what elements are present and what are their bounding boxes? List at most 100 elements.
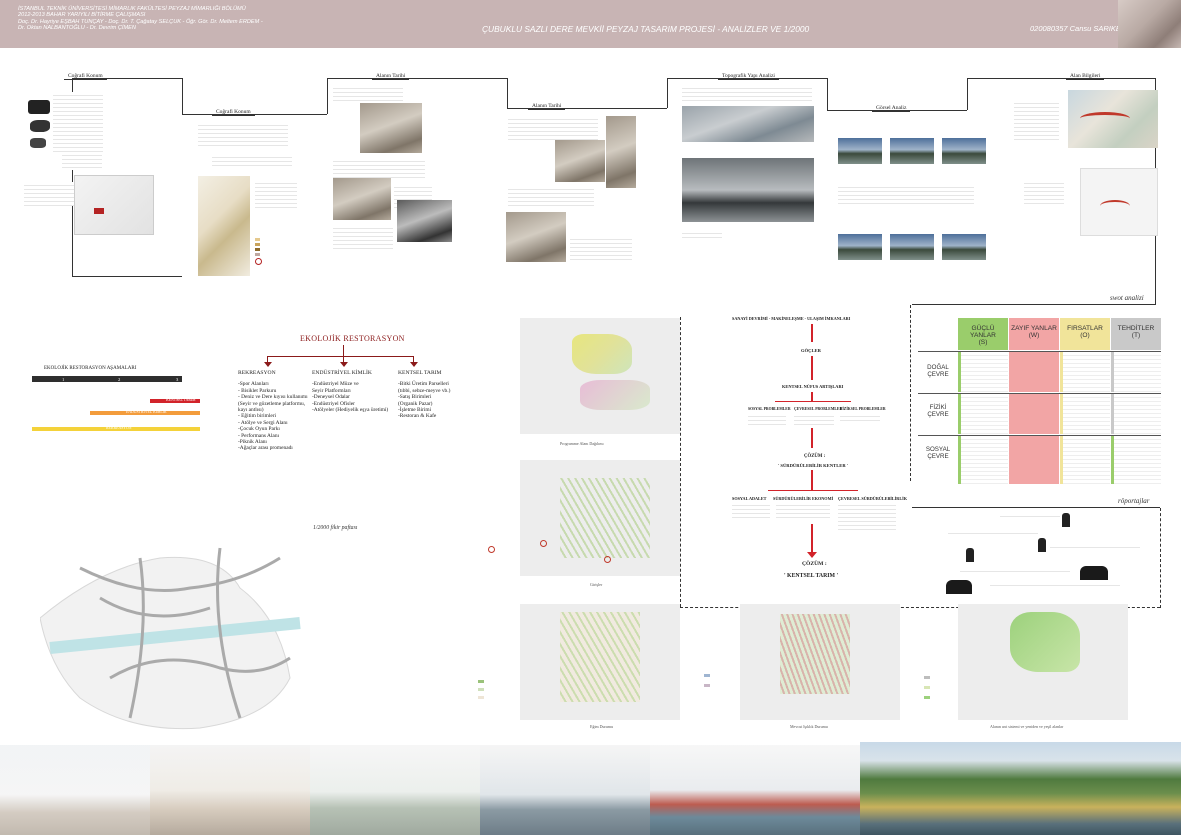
flow-arrow	[811, 470, 813, 490]
flow-arrow	[811, 524, 813, 554]
idea-map-caption: 1/2000 fikir paftası	[313, 525, 358, 531]
legend-swatch	[478, 696, 484, 699]
text-block	[24, 182, 74, 206]
site-marker	[94, 208, 104, 214]
text-block	[840, 413, 880, 421]
route-line	[1100, 200, 1130, 212]
phase-number: 1	[62, 377, 65, 382]
bottom-photo-harbor	[860, 742, 1181, 835]
legend-swatch	[924, 676, 930, 679]
swot-cell	[1111, 352, 1161, 392]
col-title: KENTSEL TARIM	[398, 370, 442, 376]
swot-divider	[912, 304, 1156, 305]
connector-line	[827, 78, 828, 110]
entrance-marker	[604, 556, 611, 563]
eco-col-kentsel: KENTSEL TARIM -Bitki Üretim Parselleri (…	[398, 370, 450, 420]
flow-surdurulebilir: ' SÜRDÜRÜLEBİLİR KENTLER '	[778, 463, 849, 468]
historic-map	[198, 176, 250, 276]
phase-label: ENDÜSTRİYEL KİMLİK	[126, 410, 167, 414]
historic-photo	[506, 212, 566, 262]
flow-pillar: ÇEVRESEL SÜRDÜRÜLEBİLİRLİK	[838, 496, 907, 501]
flow-problem: ÇEVRESEL PROBLEMLER	[794, 407, 843, 411]
flow-arrow	[811, 428, 813, 448]
map-legend	[255, 238, 305, 268]
dashed-divider	[680, 317, 682, 607]
text-block	[333, 85, 403, 103]
phase-label: KENTSEL TARIM	[166, 398, 196, 402]
connector-line	[327, 78, 507, 79]
bottom-photo	[480, 745, 650, 835]
flow-kentsel: KENTSEL NÜFUS ARTIŞLARI	[782, 384, 844, 389]
connector-line	[967, 78, 968, 110]
list-item: - Deniz ve Dere kıyısı kullanımı	[238, 394, 308, 401]
connector-line	[182, 78, 183, 114]
text-block	[748, 413, 786, 425]
flow-problem: SOSYAL PROBLEMLER	[748, 407, 791, 411]
text-block	[198, 122, 288, 146]
legend-swatch	[704, 684, 710, 687]
map-caption: Eğim Durumu	[590, 724, 613, 729]
swot-cell	[958, 352, 1008, 392]
swot-cell	[958, 394, 1008, 434]
bottom-photo	[150, 745, 310, 835]
route-line	[1080, 112, 1130, 125]
heading-topografik: Topografik Yapı Analizi	[718, 73, 779, 80]
connector-line	[667, 78, 668, 108]
map-caption: Mevcut Işıklık Durumu	[790, 724, 828, 729]
swot-cell	[1060, 394, 1110, 434]
flow-top: SANAYİ DEVRİMİ - MAKİNELEŞME - ULAŞIM İM…	[732, 316, 851, 321]
heading-alanin-tarihi-2: Alanın Tarihi	[528, 103, 566, 110]
flow-branch	[775, 401, 851, 402]
text-block	[682, 230, 722, 240]
arrow-down-icon	[410, 362, 418, 367]
swot-header-label: GÜÇLÜ YANLAR (S)	[970, 325, 996, 346]
text-block	[1050, 544, 1140, 550]
flow-pillar: SOSYAL ADALET	[732, 496, 767, 501]
heading-alanin-tarihi: Alanın Tarihi	[372, 73, 410, 80]
flow-kentsel-tarim: ' KENTSEL TARIM '	[784, 573, 839, 579]
legend-swatch	[478, 680, 484, 683]
text-block	[948, 530, 1038, 536]
arrow-down-icon	[807, 552, 817, 558]
swot-label: swot analizi	[1110, 294, 1144, 302]
view-photo	[838, 234, 882, 260]
connector-line	[72, 276, 182, 277]
heading-gorsel: Görsel Analiz	[872, 105, 911, 112]
arrow-down-icon	[264, 362, 272, 367]
text-block	[1000, 513, 1060, 519]
list-item: -Bitki Üretim Parselleri	[398, 381, 449, 388]
map-caption: Programme Alanı Dağılımı	[560, 441, 604, 446]
swot-cell	[1060, 436, 1110, 484]
idea-map	[40, 547, 301, 730]
historic-photo	[606, 116, 636, 188]
historic-photo	[555, 140, 605, 182]
text-block	[333, 225, 393, 249]
phase-number: 2	[118, 377, 121, 382]
list-item: -Atölyeler (Hediyelik eşya üretimi)	[312, 407, 389, 414]
swot-cell	[1009, 436, 1059, 484]
map-caption: Alanın arıt sistemi ve yeniden ve yeşil …	[990, 724, 1064, 729]
text-block	[212, 154, 292, 168]
swot-cell	[1009, 394, 1059, 434]
green-zone	[1010, 612, 1080, 672]
person-silhouette	[966, 548, 974, 562]
col-title: REKREASYON	[238, 370, 276, 376]
text-block	[776, 502, 830, 520]
legend-swatch	[924, 696, 930, 699]
dashed-divider	[1160, 508, 1162, 608]
phase-label: REKREASYON	[106, 426, 132, 430]
text-block	[682, 85, 812, 103]
phase-number: 3	[176, 377, 179, 382]
view-photo	[838, 138, 882, 164]
connector-line	[327, 78, 328, 114]
program-zone	[580, 380, 650, 410]
flow-arrow	[811, 356, 813, 380]
text-block	[333, 158, 425, 178]
swot-row-label: FİZİKİ ÇEVRE	[927, 404, 949, 418]
bottom-photo	[650, 745, 860, 835]
flow-arrow	[811, 324, 813, 342]
project-title: ÇUBUKLU SAZLI DERE MEVKİİ PEYZAJ TASARIM…	[482, 24, 810, 34]
roportaj-label: röportajlar	[1118, 497, 1150, 505]
bottom-photo	[310, 745, 480, 835]
list-item: -Restoran & Kafe	[398, 413, 437, 420]
